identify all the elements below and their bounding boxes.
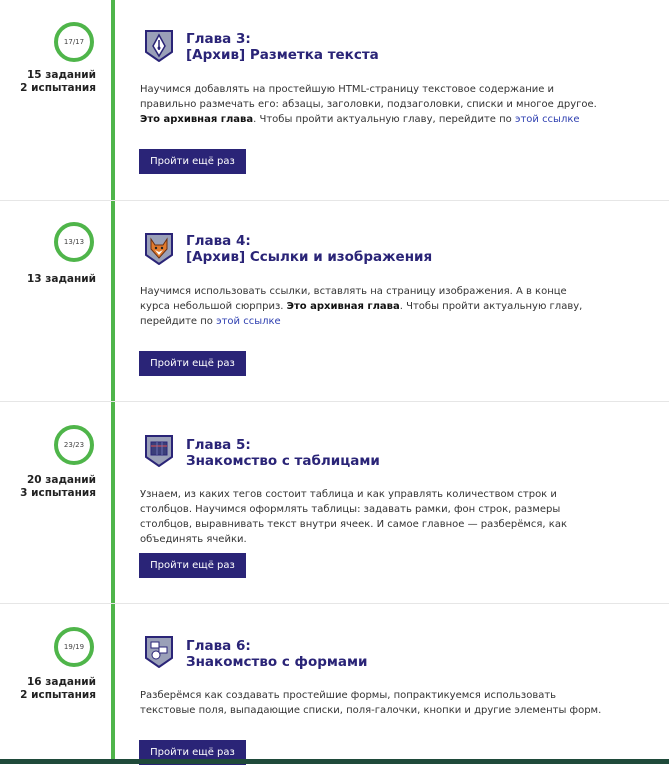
chapter-number: Глава 6: (186, 638, 251, 654)
progress-circle: 13/13 (54, 222, 94, 262)
progress-text: 13/13 (63, 238, 85, 246)
archive-note: Это архивная глава (286, 301, 400, 312)
trials-count: 2 испытания (20, 689, 96, 701)
task-counts: 13 заданий (0, 273, 96, 286)
retry-button[interactable]: Пройти ещё раз (139, 351, 246, 376)
chapter-4: 13/13 13 заданий Глава 4: [Архив] Ссылки… (0, 200, 669, 402)
task-counts: 16 заданий 2 испытания (0, 676, 96, 702)
chapter-6: 19/19 16 заданий 2 испытания Глава 6: Зн… (0, 603, 669, 765)
current-chapter-link[interactable]: этой ссылке (216, 316, 281, 327)
progress-text: 19/19 (63, 643, 85, 651)
archive-note: Это архивная глава (140, 114, 254, 125)
chapter-description: Узнаем, из каких тегов состоит таблица и… (140, 489, 567, 545)
chapter-name: [Архив] Ссылки и изображения (186, 249, 433, 265)
chapter-number: Глава 3: (186, 31, 251, 47)
chapter-number: Глава 5: (186, 437, 251, 453)
progress-circle: 23/23 (54, 425, 94, 465)
fox-icon (145, 233, 173, 266)
tasks-count: 16 заданий (27, 676, 96, 688)
current-chapter-link[interactable]: этой ссылке (515, 114, 580, 125)
chapter-name: Знакомство с таблицами (186, 453, 380, 469)
chapter-5: 23/23 20 заданий 3 испытания Глава 5: Зн… (0, 401, 669, 604)
tasks-count: 20 заданий (27, 474, 96, 486)
chapter-description: Научимся добавлять на простейшую HTML-ст… (140, 82, 610, 127)
forms-icon (145, 636, 173, 669)
chapter-number: Глава 4: (186, 233, 251, 249)
chapter-name: Знакомство с формами (186, 654, 368, 670)
tasks-count: 15 заданий (27, 69, 96, 81)
description-text: Научимся добавлять на простейшую HTML-ст… (140, 84, 597, 110)
pen-nib-icon (145, 30, 173, 63)
bottom-bar (0, 759, 669, 764)
chapter-description: Научимся использовать ссылки, вставлять … (140, 284, 585, 329)
chapter-name: [Архив] Разметка текста (186, 47, 379, 63)
trials-count: 3 испытания (20, 487, 96, 499)
task-counts: 15 заданий 2 испытания (0, 69, 96, 95)
progress-circle: 19/19 (54, 627, 94, 667)
progress-text: 17/17 (63, 38, 85, 46)
progress-circle: 17/17 (54, 22, 94, 62)
tasks-count: 13 заданий (27, 273, 96, 285)
description-text-after: . Чтобы пройти актуальную главу, перейди… (253, 114, 515, 125)
progress-text: 23/23 (63, 441, 85, 449)
retry-button[interactable]: Пройти ещё раз (139, 149, 246, 174)
chapter-description: Разберёмся как создавать простейшие форм… (140, 690, 602, 716)
table-icon (145, 435, 173, 468)
chapter-title: Глава 5: Знакомство с таблицами (186, 437, 380, 469)
chapter-title: Глава 6: Знакомство с формами (186, 638, 368, 670)
chapter-3: 17/17 15 заданий 2 испытания Глава 3: [А… (0, 0, 669, 201)
task-counts: 20 заданий 3 испытания (0, 474, 96, 500)
chapter-title: Глава 3: [Архив] Разметка текста (186, 31, 379, 63)
retry-button[interactable]: Пройти ещё раз (139, 553, 246, 578)
chapter-title: Глава 4: [Архив] Ссылки и изображения (186, 233, 432, 265)
trials-count: 2 испытания (20, 82, 96, 94)
